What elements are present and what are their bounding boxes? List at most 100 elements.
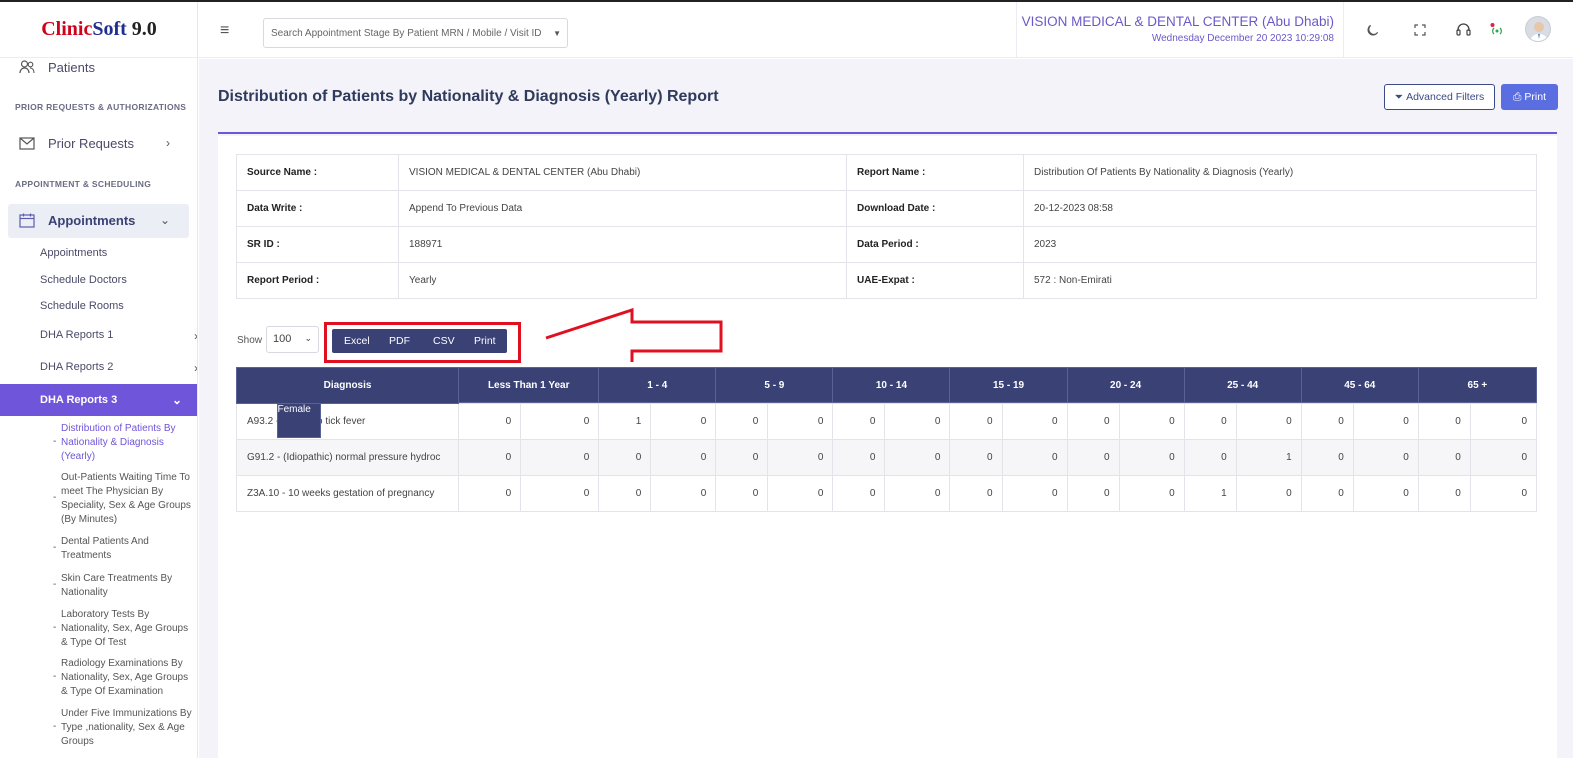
count-cell: 0	[1469, 403, 1538, 440]
diagnosis-header: Diagnosis	[235, 367, 460, 404]
users-icon	[17, 57, 37, 77]
count-cell: 0	[1183, 403, 1237, 440]
count-cell: 0	[1235, 403, 1302, 440]
count-cell: 0	[949, 439, 1003, 476]
search-appointment-input[interactable]: Search Appointment Stage By Patient MRN …	[263, 18, 568, 48]
info-value: VISION MEDICAL & DENTAL CENTER (Abu Dhab…	[398, 154, 847, 191]
calendar-icon	[17, 210, 37, 230]
count-cell: 0	[1001, 439, 1068, 476]
report-link-nationality-diagnosis[interactable]: Distribution of Patients By Nationality …	[61, 422, 195, 464]
count-cell: 0	[884, 475, 951, 512]
user-avatar[interactable]	[1525, 16, 1551, 42]
count-cell: 1	[598, 403, 652, 440]
report-link-waiting-time[interactable]: Out-Patients Waiting Time To meet The Ph…	[61, 471, 195, 527]
moon-icon[interactable]	[1360, 18, 1384, 42]
filter-icon: ⏷	[1394, 90, 1404, 103]
count-cell: 0	[520, 403, 600, 440]
count-cell: 0	[1300, 439, 1354, 476]
brand-version: 9.0	[126, 18, 157, 40]
diagnosis-cell: G91.2 - (Idiopathic) normal pressure hyd…	[235, 439, 460, 476]
sidebar-sub-label: DHA Reports 2	[40, 361, 114, 373]
brand-logo[interactable]: ClinicSoft 9.0	[0, 2, 197, 58]
count-cell: 0	[520, 439, 600, 476]
section-heading-appointment: APPOINTMENT & SCHEDULING	[15, 179, 152, 189]
sidebar-sub-appointments[interactable]: Appointments	[40, 247, 107, 259]
brand-part1: Clinic	[41, 18, 93, 40]
age-group-header: Less Than 1 Year	[458, 367, 600, 403]
search-placeholder: Search Appointment Stage By Patient MRN …	[271, 28, 542, 39]
current-datetime: Wednesday December 20 2023 10:29:08	[1151, 33, 1334, 44]
age-group-header: 15 - 19	[949, 367, 1068, 403]
count-cell: 0	[715, 403, 769, 440]
info-row: SR ID :188971 Data Period :2023	[236, 226, 1537, 263]
count-cell: 0	[1352, 439, 1419, 476]
chevron-down-icon: ⌄	[171, 393, 182, 407]
list-dash: -	[53, 622, 57, 633]
sidebar-sub-schedule-rooms[interactable]: Schedule Rooms	[40, 300, 124, 312]
annotation-arrow-icon	[545, 308, 723, 362]
count-cell: 0	[1118, 475, 1185, 512]
report-info-table: Source Name : VISION MEDICAL & DENTAL CEN…	[236, 154, 1537, 299]
count-cell: 1	[1183, 475, 1237, 512]
count-cell: 0	[650, 475, 717, 512]
fullscreen-icon[interactable]	[1408, 18, 1432, 42]
table-row: Z3A.10 - 10 weeks gestation of pregnancy…	[235, 475, 1538, 512]
count-cell: 0	[767, 439, 834, 476]
count-cell: 0	[458, 403, 522, 440]
sidebar-sub-schedule-doctors[interactable]: Schedule Doctors	[40, 274, 127, 286]
list-dash: -	[53, 542, 57, 553]
report-link-laboratory[interactable]: Laboratory Tests By Nationality, Sex, Ag…	[61, 608, 195, 650]
broadcast-status-icon[interactable]	[1485, 18, 1509, 42]
list-dash: -	[53, 436, 57, 447]
report-link-dental[interactable]: Dental Patients And Treatments	[61, 535, 195, 563]
count-cell: 0	[832, 439, 886, 476]
count-cell: 0	[1066, 403, 1120, 440]
info-key: Download Date :	[846, 190, 1024, 227]
report-link-radiology[interactable]: Radiology Examinations By Nationality, S…	[61, 657, 195, 699]
info-value: 2023	[1023, 226, 1537, 263]
info-value: 20-12-2023 08:58	[1023, 190, 1537, 227]
title-divider	[218, 132, 1557, 134]
count-cell: 0	[1300, 475, 1354, 512]
info-value: 188971	[398, 226, 847, 263]
page-title: Distribution of Patients by Nationality …	[218, 88, 719, 105]
count-cell: 0	[1235, 475, 1302, 512]
count-cell: 0	[1118, 439, 1185, 476]
table-row: G91.2 - (Idiopathic) normal pressure hyd…	[235, 439, 1538, 476]
count-cell: 0	[598, 475, 652, 512]
table-row: A93.2 - Colorado tick fever0010000000000…	[235, 403, 1538, 440]
show-entries-label: Show	[237, 335, 263, 346]
info-key: SR ID :	[236, 226, 399, 263]
section-heading-prior: PRIOR REQUESTS & AUTHORIZATIONS	[15, 102, 187, 112]
report-link-skin-care[interactable]: Skin Care Treatments By Nationality	[61, 572, 195, 600]
sidebar-item-appointments[interactable]: Appointments ⌄	[0, 209, 197, 231]
age-group-header: 25 - 44	[1183, 367, 1302, 403]
sidebar-item-patients[interactable]: Patients	[0, 57, 197, 77]
report-card: Source Name : VISION MEDICAL & DENTAL CEN…	[218, 136, 1557, 758]
count-cell: 0	[1066, 439, 1120, 476]
advanced-filters-button[interactable]: ⏷ Advanced Filters	[1384, 84, 1495, 110]
hamburger-menu-icon[interactable]: ≡	[220, 22, 229, 40]
report-link-immunizations[interactable]: Under Five Immunizations By Type ,nation…	[61, 707, 195, 749]
print-button[interactable]: ⎙ Print	[1501, 84, 1558, 110]
count-cell: 0	[1417, 439, 1471, 476]
female-header: Female	[276, 403, 321, 438]
headset-support-icon[interactable]	[1451, 18, 1475, 42]
chevron-down-icon: ⌄	[159, 213, 170, 227]
count-cell: 0	[949, 475, 1003, 512]
sidebar-sub-dha-reports-3[interactable]: DHA Reports 3 ⌄	[0, 384, 197, 416]
age-group-header: 20 - 24	[1066, 367, 1185, 403]
page-size-select[interactable]: 100 ⌄	[266, 326, 319, 353]
sidebar-item-prior-requests[interactable]: Prior Requests ›	[0, 132, 197, 154]
chevron-right-icon: ›	[166, 136, 170, 150]
sidebar-sub-dha-reports-2[interactable]: DHA Reports 2 ›	[40, 361, 197, 375]
top-header: ≡ Search Appointment Stage By Patient MR…	[198, 2, 1573, 58]
count-cell: 0	[1001, 475, 1068, 512]
count-cell: 0	[458, 439, 522, 476]
count-cell: 0	[767, 475, 834, 512]
age-group-header: 10 - 14	[832, 367, 951, 403]
sidebar: ClinicSoft 9.0 Patients PRIOR REQUESTS &…	[0, 2, 198, 758]
sidebar-sub-dha-reports-1[interactable]: DHA Reports 1 ›	[40, 329, 197, 343]
chevron-down-icon: ⌄	[304, 333, 312, 343]
count-cell: 0	[715, 439, 769, 476]
